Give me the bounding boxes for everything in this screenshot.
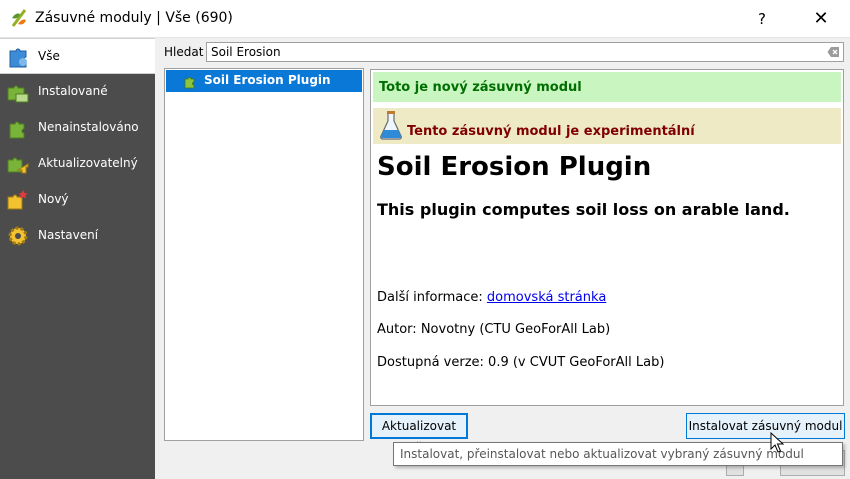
plugin-title: Soil Erosion Plugin	[377, 152, 652, 182]
search-input[interactable]	[206, 42, 844, 62]
sidebar-item-label: Nastavení	[38, 228, 99, 242]
sidebar-item-settings[interactable]: Nastavení	[0, 218, 155, 254]
sidebar-item-not-installed[interactable]: Nenainstalováno	[0, 110, 155, 146]
plugin-description: This plugin computes soil loss on arable…	[377, 200, 790, 219]
list-item[interactable]: Soil Erosion Plugin	[166, 70, 362, 92]
homepage-link[interactable]: domovská stránka	[487, 290, 606, 305]
install-plugin-button[interactable]: Instalovat zásuvný modul	[686, 413, 845, 439]
author-value: Novotny (CTU GeoForAll Lab)	[420, 322, 611, 337]
version-row: Dostupná verze: 0.9 (v CVUT GeoForAll La…	[377, 355, 664, 370]
author-row: Autor: Novotny (CTU GeoForAll Lab)	[377, 322, 610, 337]
not-installed-plugins-icon	[9, 121, 25, 139]
category-sidebar: Vše Instalované Nenainstalováno Aktualiz…	[0, 38, 155, 479]
sidebar-item-label: Aktualizovatelný	[38, 156, 138, 170]
plugin-puzzle-icon	[184, 77, 195, 89]
plugin-details: Toto je nový zásuvný modul Tento zásuvný…	[370, 69, 844, 406]
flask-icon	[380, 111, 402, 140]
experimental-banner: Tento zásuvný modul je experimentální	[373, 108, 841, 144]
sidebar-item-label: Nenainstalováno	[38, 120, 139, 134]
title-bar: Zásuvné moduly | Vše (690) ? ✕	[0, 0, 850, 38]
version-value: 0.9 (v CVUT GeoForAll Lab)	[488, 355, 665, 370]
experimental-banner-text: Tento zásuvný modul je experimentální	[407, 124, 695, 139]
update-all-button[interactable]: Aktualizovat vše	[370, 413, 468, 455]
installed-plugins-icon	[7, 85, 29, 103]
sidebar-item-label: Nový	[38, 192, 69, 206]
main-panel: Hledat Soil Erosion Plugin Toto je nový …	[155, 38, 850, 479]
sidebar-item-installed[interactable]: Instalované	[0, 74, 155, 110]
close-button[interactable]: ✕	[798, 0, 844, 38]
all-plugins-icon	[9, 48, 27, 68]
sidebar-item-label: Instalované	[38, 84, 108, 98]
search-label: Hledat	[164, 45, 204, 59]
plugin-list: Soil Erosion Plugin	[164, 68, 364, 441]
window-title: Zásuvné moduly | Vše (690)	[35, 10, 233, 26]
new-plugins-icon	[7, 190, 28, 210]
upgradeable-plugins-icon	[7, 157, 29, 174]
more-info-label: Další informace:	[377, 290, 483, 305]
version-label: Dostupná verze:	[377, 355, 484, 370]
sidebar-item-new[interactable]: Nový	[0, 182, 155, 218]
more-info-row: Další informace: domovská stránka	[377, 290, 606, 305]
sidebar-item-label: Vše	[38, 49, 60, 63]
settings-gear-icon	[8, 226, 28, 246]
author-label: Autor:	[377, 322, 417, 337]
help-button[interactable]: ?	[740, 0, 784, 38]
mouse-cursor-icon	[770, 432, 784, 453]
sidebar-item-upgradeable[interactable]: Aktualizovatelný	[0, 146, 155, 182]
sidebar-item-all[interactable]: Vše	[0, 38, 155, 74]
qgis-logo-icon	[11, 9, 27, 27]
new-plugin-banner: Toto je nový zásuvný modul	[373, 72, 841, 102]
clear-search-icon[interactable]	[827, 46, 840, 58]
plugin-name: Soil Erosion Plugin	[204, 73, 331, 87]
